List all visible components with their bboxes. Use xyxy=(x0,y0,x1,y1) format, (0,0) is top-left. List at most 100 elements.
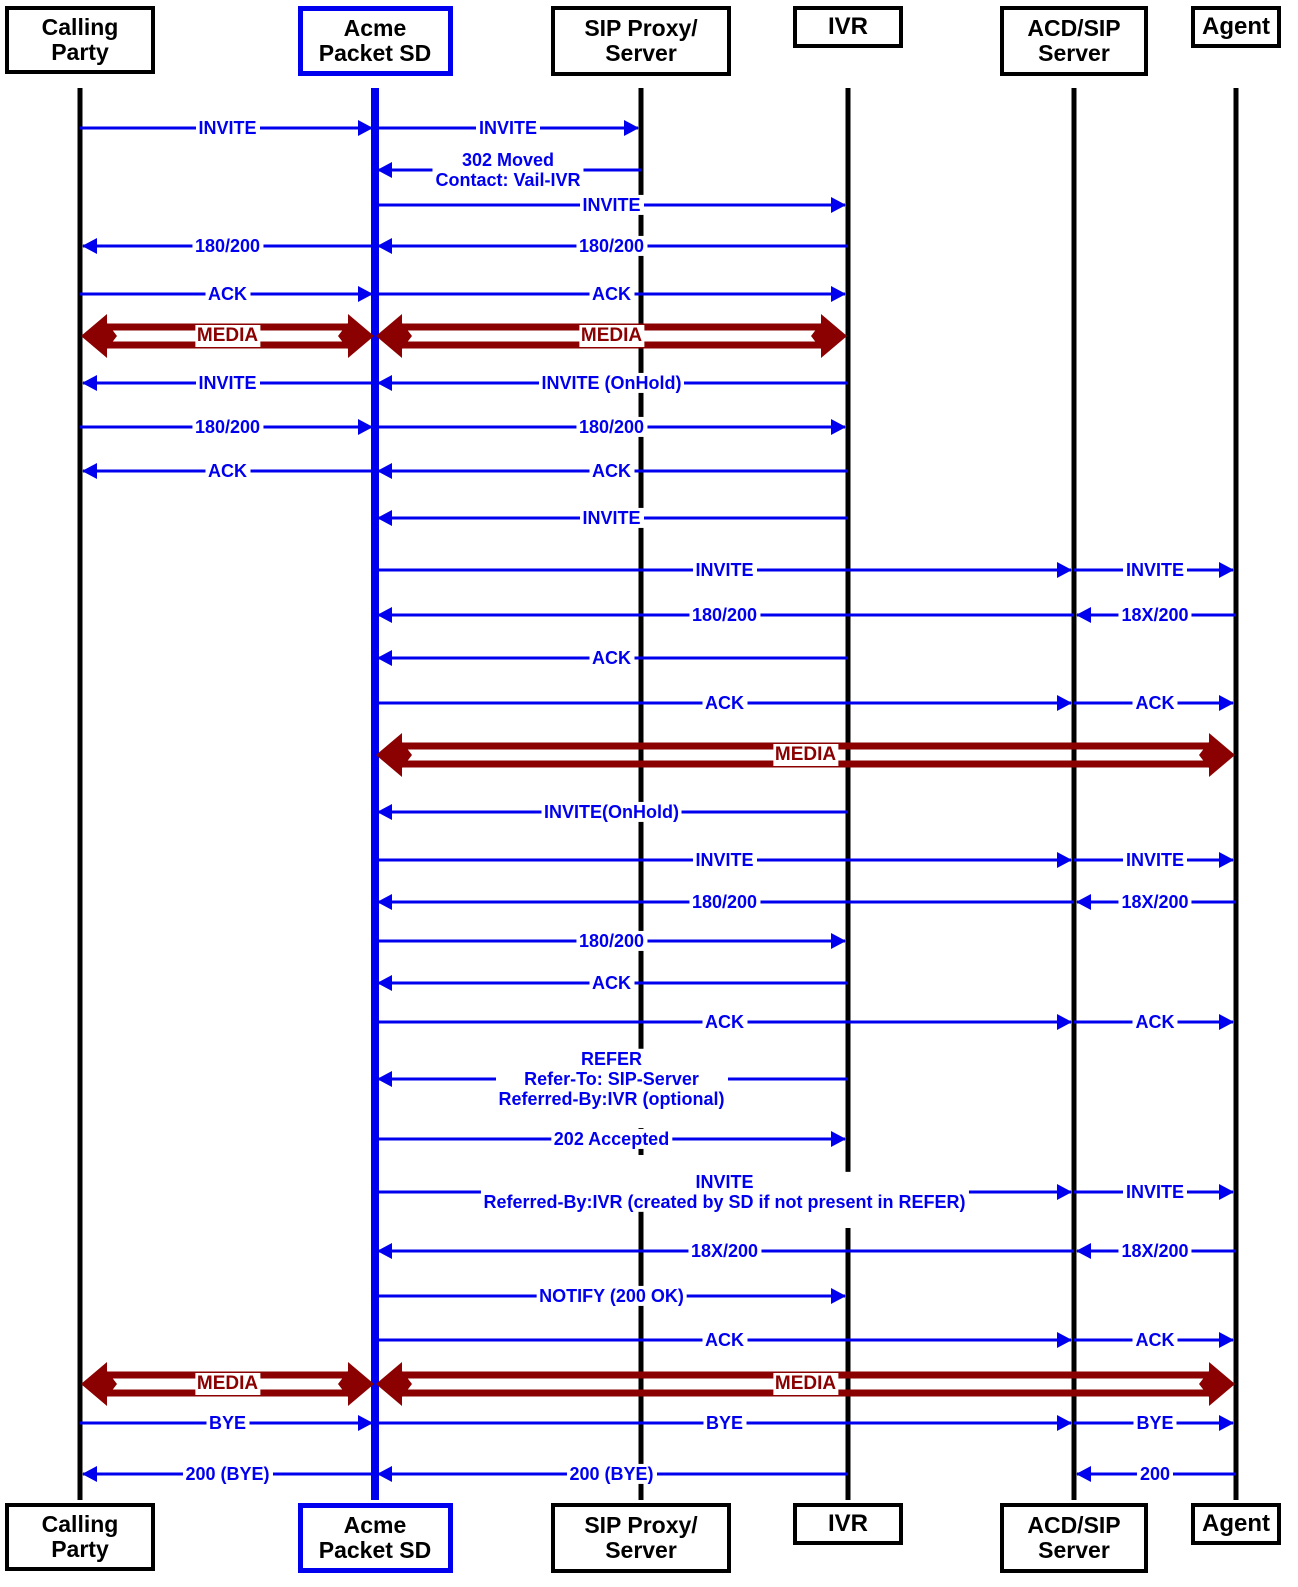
arrowhead-m46 xyxy=(1076,1466,1091,1482)
media-label-md1: MEDIA xyxy=(194,325,261,347)
actor-label-proxy-top: SIP Proxy/ Server xyxy=(584,15,698,66)
actor-box-proxy-top: SIP Proxy/ Server xyxy=(551,6,731,76)
arrowhead-m38 xyxy=(831,1288,846,1304)
message-label-m29: ACK xyxy=(589,972,634,994)
arrowhead-m28 xyxy=(831,933,846,949)
arrowhead-m12 xyxy=(831,419,846,435)
actor-box-ivr-bottom: IVR xyxy=(793,1503,903,1545)
media-label-md3: MEDIA xyxy=(772,744,839,766)
arrowhead-m18 xyxy=(377,607,392,623)
message-label-m11: 180/200 xyxy=(191,416,264,438)
message-label-m22: ACK xyxy=(1132,692,1178,714)
message-label-m4: INVITE xyxy=(579,194,644,216)
arrowhead-m45 xyxy=(377,1466,392,1482)
message-label-m24: INVITE xyxy=(692,849,757,871)
arrowhead-m8 xyxy=(831,286,846,302)
actor-label-agent-bottom: Agent xyxy=(1202,1510,1270,1538)
arrowhead-m40 xyxy=(1219,1332,1234,1348)
arrowhead-m31 xyxy=(1219,1014,1234,1030)
message-label-m7: ACK xyxy=(205,283,250,305)
message-label-m2: INVITE xyxy=(475,117,541,139)
message-label-m1: INVITE xyxy=(195,117,260,139)
arrowhead-m7 xyxy=(358,286,373,302)
arrowhead-m27 xyxy=(1076,894,1091,910)
arrowhead-m29 xyxy=(377,975,392,991)
message-label-m41: BYE xyxy=(205,1412,250,1434)
message-label-m38: NOTIFY (200 OK) xyxy=(536,1285,687,1307)
actor-label-sd-bottom: Acme Packet SD xyxy=(318,1512,432,1563)
media-arrowhead-md4-left xyxy=(81,1362,117,1406)
message-label-m9: INVITE xyxy=(195,372,260,394)
message-label-m34: INVITE Referred-By:IVR (created by SD if… xyxy=(480,1171,969,1213)
message-label-m18: 180/200 xyxy=(688,604,761,626)
message-label-m20: ACK xyxy=(589,647,634,669)
message-label-m21: ACK xyxy=(702,692,747,714)
arrowhead-m33 xyxy=(831,1131,846,1147)
media-arrowhead-md2-left xyxy=(376,314,412,358)
message-label-m27: 18X/200 xyxy=(1118,891,1192,913)
message-label-m42: BYE xyxy=(702,1412,747,1434)
message-label-m44: 200 (BYE) xyxy=(182,1463,273,1485)
actor-label-acd-bottom: ACD/SIP Server xyxy=(1027,1512,1121,1563)
message-label-m37: 18X/200 xyxy=(1118,1240,1192,1262)
arrowhead-m14 xyxy=(377,463,392,479)
media-arrowhead-md5-right xyxy=(1199,1362,1235,1406)
arrowhead-m30 xyxy=(1057,1014,1072,1030)
arrowhead-m22 xyxy=(1219,695,1234,711)
arrowhead-m24 xyxy=(1057,852,1072,868)
actor-box-calling-top: Calling Party xyxy=(5,6,155,74)
message-label-m12: 180/200 xyxy=(575,416,648,438)
actor-label-calling-top: Calling Party xyxy=(41,14,119,65)
actor-box-proxy-bottom: SIP Proxy/ Server xyxy=(551,1503,731,1573)
message-label-m46: 200 xyxy=(1136,1463,1174,1485)
actor-box-agent-bottom: Agent xyxy=(1191,1503,1281,1545)
arrowhead-m17 xyxy=(1219,562,1234,578)
message-label-m13: ACK xyxy=(205,460,250,482)
message-label-m33: 202 Accepted xyxy=(550,1128,673,1150)
message-label-m35: INVITE xyxy=(1122,1181,1188,1203)
arrowhead-m42 xyxy=(1057,1415,1072,1431)
sip-call-flow-diagram: Calling Party Calling Party Acme Packet SD… xyxy=(0,0,1298,1587)
message-label-m15: INVITE xyxy=(579,507,644,529)
arrowhead-m4 xyxy=(831,197,846,213)
arrowhead-m26 xyxy=(377,894,392,910)
message-label-m40: ACK xyxy=(1132,1329,1178,1351)
actor-box-agent-top: Agent xyxy=(1191,6,1281,48)
arrowhead-m10 xyxy=(377,375,392,391)
media-arrowhead-md1-right xyxy=(338,314,374,358)
arrowhead-m32 xyxy=(377,1071,392,1087)
actor-label-agent-top: Agent xyxy=(1202,13,1270,41)
arrowhead-m11 xyxy=(358,419,373,435)
message-label-m19: 18X/200 xyxy=(1118,604,1192,626)
arrowhead-m25 xyxy=(1219,852,1234,868)
arrowhead-m5 xyxy=(82,238,97,254)
message-label-m3: 302 Moved Contact: Vail-IVR xyxy=(432,149,584,191)
media-arrowhead-md4-right xyxy=(338,1362,374,1406)
arrowhead-m2 xyxy=(624,120,639,136)
actor-label-ivr-top: IVR xyxy=(827,13,868,41)
arrowhead-m37 xyxy=(1076,1243,1091,1259)
message-label-m6: 180/200 xyxy=(575,235,648,257)
actor-box-ivr-top: IVR xyxy=(793,6,903,48)
actor-label-calling-bottom: Calling Party xyxy=(41,1511,119,1562)
message-label-m26: 180/200 xyxy=(688,891,761,913)
message-label-m31: ACK xyxy=(1132,1011,1178,1033)
message-label-m45: 200 (BYE) xyxy=(566,1463,657,1485)
arrowhead-m15 xyxy=(377,510,392,526)
message-label-m23: INVITE(OnHold) xyxy=(541,801,682,823)
actor-label-proxy-bottom: SIP Proxy/ Server xyxy=(584,1512,698,1563)
media-label-md2: MEDIA xyxy=(578,325,645,347)
message-label-m10: INVITE (OnHold) xyxy=(538,372,685,394)
message-label-m16: INVITE xyxy=(692,559,757,581)
arrowhead-m21 xyxy=(1057,695,1072,711)
message-label-m14: ACK xyxy=(589,460,634,482)
arrowhead-m34 xyxy=(1057,1184,1072,1200)
actor-box-sd-top: Acme Packet SD xyxy=(297,6,453,76)
media-arrowhead-md1-left xyxy=(81,314,117,358)
message-label-m17: INVITE xyxy=(1122,559,1188,581)
message-label-m8: ACK xyxy=(589,283,634,305)
arrowhead-m39 xyxy=(1057,1332,1072,1348)
media-arrowhead-md2-right xyxy=(811,314,847,358)
actor-box-sd-bottom: Acme Packet SD xyxy=(297,1503,453,1573)
actor-label-acd-top: ACD/SIP Server xyxy=(1027,15,1121,66)
